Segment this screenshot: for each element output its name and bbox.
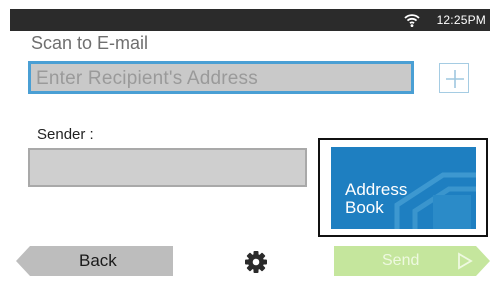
status-bar: 12:25PM <box>10 9 490 31</box>
sender-field[interactable] <box>28 148 307 187</box>
plus-icon <box>446 70 464 88</box>
wifi-icon <box>404 14 420 27</box>
add-recipient-button[interactable] <box>439 63 469 93</box>
address-book-label: Address Book <box>345 181 407 217</box>
gear-icon[interactable] <box>244 250 268 274</box>
send-button[interactable]: Send <box>334 246 490 276</box>
address-book-button[interactable]: Address Book <box>331 147 476 229</box>
status-time: 12:25PM <box>436 13 486 27</box>
address-book-label-line2: Book <box>345 198 384 217</box>
recipient-address-placeholder: Enter Recipient's Address <box>36 68 258 89</box>
back-button-label: Back <box>79 251 117 270</box>
recipient-address-field[interactable]: Enter Recipient's Address <box>28 61 414 94</box>
address-book-label-line1: Address <box>345 180 408 199</box>
send-button-label: Send <box>382 252 420 269</box>
back-button[interactable]: Back <box>16 246 173 276</box>
page-title: Scan to E-mail <box>31 33 149 53</box>
sender-label: Sender : <box>37 126 94 143</box>
